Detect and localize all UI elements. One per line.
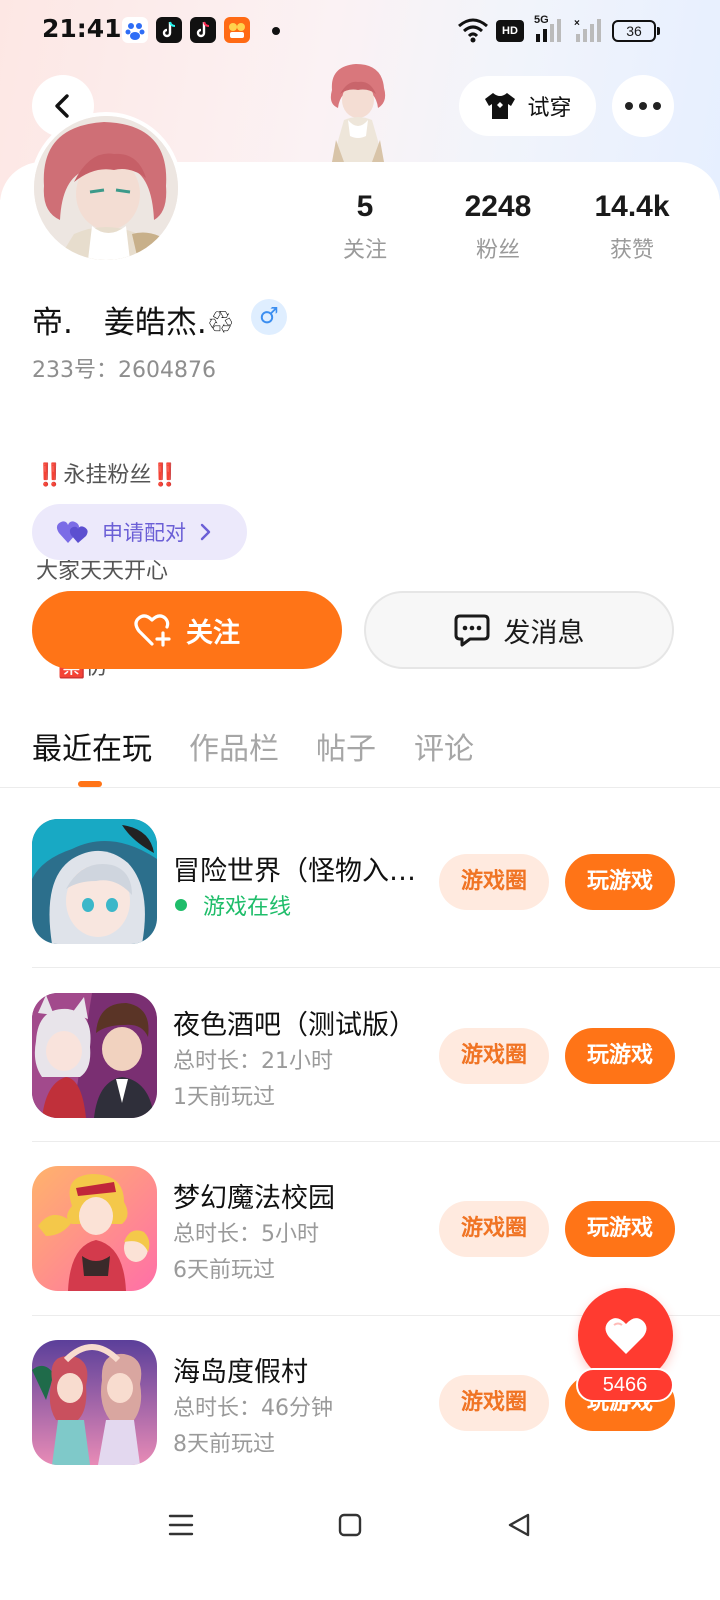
bio-line: ‼️永挂粉丝‼️ xyxy=(36,463,179,488)
chevron-left-icon xyxy=(55,94,69,118)
follow-label: 关注 xyxy=(186,617,240,649)
more-dot-icon xyxy=(639,102,647,110)
heart-icon xyxy=(605,1317,646,1354)
signal-2-icon: × xyxy=(574,18,601,42)
game-icon xyxy=(32,1340,157,1465)
character-figure xyxy=(330,64,386,162)
stat-value: 14.4k xyxy=(594,190,670,223)
play-game-button[interactable]: 玩游戏 xyxy=(565,1028,675,1084)
stat-label: 粉丝 xyxy=(475,238,520,263)
send-message-label: 发消息 xyxy=(503,617,585,649)
try-on-label: 试穿 xyxy=(527,96,572,121)
send-message-button[interactable]: 发消息 xyxy=(364,591,674,669)
douyin-app-icon xyxy=(156,17,182,43)
game-circle-button[interactable]: 游戏圈 xyxy=(439,1028,549,1084)
like-count: 5466 xyxy=(576,1368,674,1402)
avatar-image xyxy=(34,116,178,260)
stat-label: 关注 xyxy=(342,238,387,263)
game-icon xyxy=(32,1166,157,1291)
bio-line: 大家天天开心 xyxy=(36,559,169,584)
heart-plus-icon xyxy=(134,614,171,647)
game-online-status: 游戏在线 xyxy=(173,889,291,921)
chat-bubble-icon xyxy=(454,614,489,647)
more-dot-icon xyxy=(653,102,661,110)
home-nav-button[interactable] xyxy=(330,1505,370,1545)
avatar[interactable] xyxy=(30,112,182,264)
game-circle-button[interactable]: 游戏圈 xyxy=(439,1201,549,1257)
more-dot-icon xyxy=(625,102,633,110)
stat-followers[interactable]: 2248 粉丝 xyxy=(443,190,553,264)
play-game-button[interactable]: 玩游戏 xyxy=(565,1201,675,1257)
online-dot-icon xyxy=(175,899,187,911)
signal-icon xyxy=(536,19,561,42)
douyin-lite-app-icon xyxy=(190,17,216,43)
more-options-button[interactable] xyxy=(612,75,674,137)
stat-label: 获赞 xyxy=(609,238,654,263)
stat-likes[interactable]: 14.4k 获赞 xyxy=(577,190,687,264)
notification-dot xyxy=(272,27,280,35)
game-icon xyxy=(32,993,157,1118)
svg-text:×: × xyxy=(574,18,580,29)
video-app-icon xyxy=(224,17,250,43)
online-status-label: 游戏在线 xyxy=(203,895,292,920)
stat-following[interactable]: 5 关注 xyxy=(310,190,420,264)
game-title: 梦幻魔法校园 xyxy=(173,1183,335,1214)
row-divider xyxy=(32,967,720,968)
tab-comments[interactable]: 评论 xyxy=(414,724,474,768)
stat-value: 2248 xyxy=(464,190,532,223)
game-circle-button[interactable]: 游戏圈 xyxy=(439,854,549,910)
tab-works[interactable]: 作品栏 xyxy=(189,724,279,768)
tab-posts[interactable]: 帖子 xyxy=(316,724,376,768)
game-title: 海岛度假村 xyxy=(173,1357,308,1388)
tabs-divider xyxy=(0,787,720,788)
male-gender-icon: ♂ xyxy=(251,299,287,335)
username: 帝. 姜皓杰.♲ xyxy=(32,305,235,341)
game-last-played: 1天前玩过 xyxy=(173,1085,275,1110)
game-last-played: 8天前玩过 xyxy=(173,1432,275,1457)
game-total-playtime: 总时长：21小时 xyxy=(173,1049,333,1074)
double-heart-icon xyxy=(56,521,88,543)
game-circle-button[interactable]: 游戏圈 xyxy=(439,1375,549,1431)
play-game-button[interactable]: 玩游戏 xyxy=(565,854,675,910)
stat-value: 5 xyxy=(356,190,374,223)
wifi-icon xyxy=(458,18,488,43)
follow-button[interactable]: 关注 xyxy=(32,591,342,669)
row-divider xyxy=(32,1141,720,1142)
request-pair-label: 申请配对 xyxy=(102,521,186,545)
hd-icon: HD xyxy=(496,20,524,42)
request-pair-button[interactable]: 申请配对 xyxy=(32,504,247,560)
menu-icon xyxy=(168,1514,194,1536)
status-time: 21:41 xyxy=(42,14,122,43)
game-last-played: 6天前玩过 xyxy=(173,1258,275,1283)
game-icon xyxy=(32,819,157,944)
game-title: 冒险世界（怪物入… xyxy=(173,856,416,887)
baidu-app-icon xyxy=(122,17,148,43)
tab-recently-played[interactable]: 最近在玩 xyxy=(32,724,152,768)
try-on-button[interactable]: 试穿 xyxy=(459,76,596,136)
back-nav-button[interactable] xyxy=(499,1505,539,1545)
menu-nav-button[interactable] xyxy=(161,1505,201,1545)
chevron-right-icon xyxy=(200,523,211,541)
tshirt-icon xyxy=(485,93,516,119)
triangle-back-icon xyxy=(508,1513,530,1537)
game-title: 夜色酒吧（测试版） xyxy=(173,1010,416,1041)
game-total-playtime: 总时长：46分钟 xyxy=(173,1396,333,1421)
game-total-playtime: 总时长：5小时 xyxy=(173,1222,319,1247)
square-icon xyxy=(338,1513,362,1537)
battery-icon: 36 xyxy=(612,20,660,42)
user-id[interactable]: 233号：2604876 xyxy=(32,352,216,384)
